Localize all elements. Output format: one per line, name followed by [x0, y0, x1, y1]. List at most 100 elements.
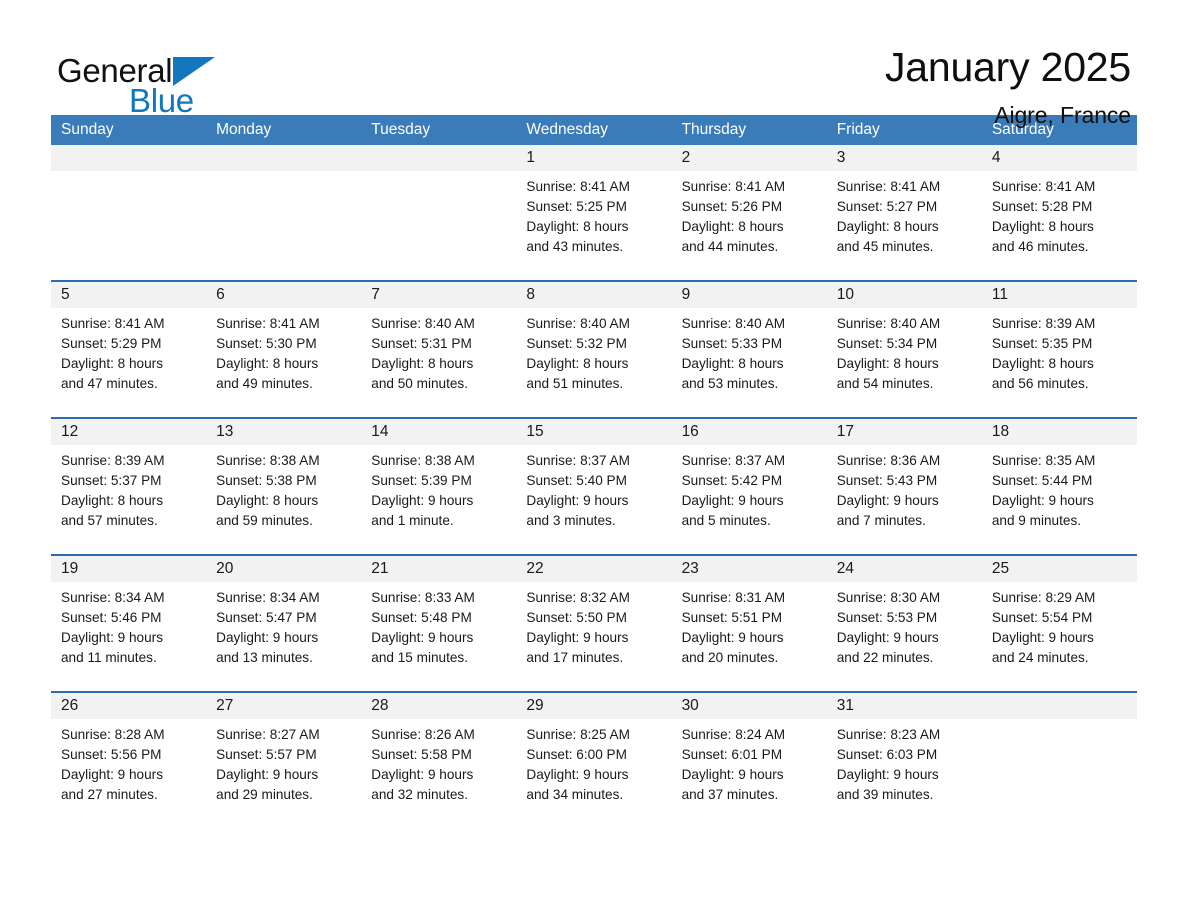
day-cell-13[interactable]: 13 Sunrise: 8:38 AM Sunset: 5:38 PM Dayligh… — [206, 419, 362, 550]
day-cell-20[interactable]: 20 Sunrise: 8:34 AM Sunset: 5:47 PM Dayligh… — [206, 556, 362, 687]
day-cell-11[interactable]: 11 Sunrise: 8:39 AM Sunset: 5:35 PM Dayligh… — [981, 282, 1137, 413]
day-number-band: 1 — [516, 145, 672, 171]
daylight-line-1: Daylight: 9 hours — [526, 630, 629, 645]
daylight-line-1: Daylight: 8 hours — [681, 356, 784, 371]
sunrise-line: Sunrise: 8:32 AM — [526, 590, 630, 605]
daylight-line-2: and 15 minutes. — [371, 650, 469, 665]
daylight-line-1: Daylight: 9 hours — [371, 493, 474, 508]
day-number: 5 — [61, 286, 70, 303]
daylight-line-1: Daylight: 9 hours — [216, 767, 319, 782]
day-cell-17[interactable]: 17 Sunrise: 8:36 AM Sunset: 5:43 PM Dayligh… — [826, 419, 982, 550]
day-number-band: 15 — [516, 419, 672, 445]
day-cell-2[interactable]: 2 Sunrise: 8:41 AM Sunset: 5:26 PM Daylight… — [671, 145, 827, 276]
day-number-band: 23 — [671, 556, 827, 582]
daylight-line-2: and 59 minutes. — [216, 513, 313, 528]
day-cell-15[interactable]: 15 Sunrise: 8:37 AM Sunset: 5:40 PM Dayligh… — [516, 419, 672, 550]
day-number: 26 — [61, 697, 79, 714]
day-number: 20 — [216, 560, 234, 577]
daylight-line-2: and 5 minutes. — [681, 513, 771, 528]
day-details: Sunrise: 8:41 AM Sunset: 5:27 PM Daylight:… — [827, 171, 982, 257]
page-subtitle-location: Aigre, France — [994, 102, 1131, 129]
daylight-line-1: Daylight: 8 hours — [216, 356, 319, 371]
sunrise-line: Sunrise: 8:40 AM — [371, 316, 475, 331]
day-cell-30[interactable]: 30 Sunrise: 8:24 AM Sunset: 6:01 PM Dayligh… — [671, 693, 827, 824]
calendar-week-row: 12 Sunrise: 8:39 AM Sunset: 5:37 PM Dayligh… — [51, 417, 1137, 550]
sunset-line: Sunset: 5:35 PM — [991, 336, 1093, 351]
sunrise-line: Sunrise: 8:29 AM — [991, 590, 1096, 605]
day-cell-1[interactable]: 1 Sunrise: 8:41 AM Sunset: 5:25 PM Daylight… — [516, 145, 672, 276]
day-number: 25 — [991, 560, 1010, 577]
day-cell-9[interactable]: 9 Sunrise: 8:40 AM Sunset: 5:33 PM Daylight… — [671, 282, 827, 413]
day-cell-24[interactable]: 24 Sunrise: 8:30 AM Sunset: 5:53 PM Dayligh… — [826, 556, 982, 687]
sunrise-line: Sunrise: 8:38 AM — [216, 453, 320, 468]
day-number: 30 — [681, 697, 699, 714]
day-cell-4[interactable]: 4 Sunrise: 8:41 AM Sunset: 5:28 PM Daylight… — [981, 145, 1137, 276]
day-number-band: 30 — [671, 693, 827, 719]
sunset-line: Sunset: 5:29 PM — [61, 336, 162, 351]
sunrise-line: Sunrise: 8:41 AM — [836, 179, 941, 194]
day-cell-23[interactable]: 23 Sunrise: 8:31 AM Sunset: 5:51 PM Dayligh… — [671, 556, 827, 687]
day-cell-29[interactable]: 29 Sunrise: 8:25 AM Sunset: 6:00 PM Dayligh… — [516, 693, 672, 824]
week-cells: 19 Sunrise: 8:34 AM Sunset: 5:46 PM Dayligh… — [51, 556, 1137, 687]
day-details: Sunrise: 8:37 AM Sunset: 5:42 PM Daylight:… — [672, 445, 827, 531]
day-cell-21[interactable]: 21 Sunrise: 8:33 AM Sunset: 5:48 PM Dayligh… — [361, 556, 517, 687]
day-cell-27[interactable]: 27 Sunrise: 8:27 AM Sunset: 5:57 PM Dayligh… — [206, 693, 362, 824]
day-number: 11 — [991, 286, 1008, 303]
day-number: 21 — [371, 560, 389, 577]
day-cell-6[interactable]: 6 Sunrise: 8:41 AM Sunset: 5:30 PM Daylight… — [206, 282, 362, 413]
day-number: 19 — [61, 560, 79, 577]
title-block: January 2025 Aigre, France — [885, 42, 1131, 129]
day-number: 10 — [836, 286, 854, 303]
day-cell-10[interactable]: 10 Sunrise: 8:40 AM Sunset: 5:34 PM Dayligh… — [826, 282, 982, 413]
day-cell-12[interactable]: 12 Sunrise: 8:39 AM Sunset: 5:37 PM Dayligh… — [51, 419, 207, 550]
day-cell-7[interactable]: 7 Sunrise: 8:40 AM Sunset: 5:31 PM Daylight… — [361, 282, 517, 413]
day-details: Sunrise: 8:27 AM Sunset: 5:57 PM Daylight:… — [206, 719, 361, 805]
sunrise-line: Sunrise: 8:28 AM — [61, 727, 165, 742]
day-number: 3 — [836, 149, 846, 166]
sunset-line: Sunset: 5:34 PM — [836, 336, 938, 351]
day-number-band: 4 — [981, 145, 1137, 171]
sunrise-line: Sunrise: 8:27 AM — [216, 727, 320, 742]
day-number: 15 — [526, 423, 544, 440]
day-cell-empty — [361, 145, 517, 276]
daylight-line-1: Daylight: 8 hours — [681, 219, 784, 234]
day-number-band: 19 — [51, 556, 207, 582]
day-details — [982, 719, 1137, 725]
day-cell-16[interactable]: 16 Sunrise: 8:37 AM Sunset: 5:42 PM Dayligh… — [671, 419, 827, 550]
day-cell-19[interactable]: 19 Sunrise: 8:34 AM Sunset: 5:46 PM Dayligh… — [51, 556, 207, 687]
sunrise-line: Sunrise: 8:38 AM — [371, 453, 475, 468]
sunrise-line: Sunrise: 8:39 AM — [61, 453, 165, 468]
day-cell-5[interactable]: 5 Sunrise: 8:41 AM Sunset: 5:29 PM Daylight… — [51, 282, 207, 413]
day-cell-3[interactable]: 3 Sunrise: 8:41 AM Sunset: 5:27 PM Daylight… — [826, 145, 982, 276]
day-cell-25[interactable]: 25 Sunrise: 8:29 AM Sunset: 5:54 PM Dayligh… — [981, 556, 1137, 687]
daylight-line-1: Daylight: 9 hours — [371, 630, 474, 645]
day-cell-26[interactable]: 26 Sunrise: 8:28 AM Sunset: 5:56 PM Dayligh… — [51, 693, 207, 824]
day-cell-8[interactable]: 8 Sunrise: 8:40 AM Sunset: 5:32 PM Daylight… — [516, 282, 672, 413]
sunrise-line: Sunrise: 8:41 AM — [216, 316, 320, 331]
day-cell-28[interactable]: 28 Sunrise: 8:26 AM Sunset: 5:58 PM Dayligh… — [361, 693, 517, 824]
day-details: Sunrise: 8:35 AM Sunset: 5:44 PM Daylight:… — [982, 445, 1137, 531]
daylight-line-2: and 45 minutes. — [836, 239, 934, 254]
day-number-band — [361, 145, 517, 171]
day-cell-empty — [51, 145, 207, 276]
day-number: 8 — [526, 286, 536, 303]
day-cell-22[interactable]: 22 Sunrise: 8:32 AM Sunset: 5:50 PM Dayligh… — [516, 556, 672, 687]
day-details: Sunrise: 8:41 AM Sunset: 5:29 PM Daylight:… — [51, 308, 206, 394]
day-number-band: 11 — [981, 282, 1137, 308]
sunset-line: Sunset: 5:38 PM — [216, 473, 317, 488]
sunrise-line: Sunrise: 8:31 AM — [681, 590, 786, 605]
sunset-line: Sunset: 5:40 PM — [526, 473, 627, 488]
day-details: Sunrise: 8:29 AM Sunset: 5:54 PM Daylight:… — [982, 582, 1137, 668]
general-blue-logo[interactable]: General Blue — [57, 42, 247, 117]
page-title: January 2025 — [884, 44, 1131, 90]
sunset-line: Sunset: 6:00 PM — [526, 747, 627, 762]
day-cell-31[interactable]: 31 Sunrise: 8:23 AM Sunset: 6:03 PM Dayligh… — [826, 693, 982, 824]
daylight-line-2: and 54 minutes. — [836, 376, 934, 391]
day-cell-14[interactable]: 14 Sunrise: 8:38 AM Sunset: 5:39 PM Dayligh… — [361, 419, 517, 550]
day-details: Sunrise: 8:41 AM Sunset: 5:26 PM Daylight:… — [672, 171, 827, 257]
calendar-page: General Blue January 2025 Aigre, France … — [0, 0, 1188, 918]
day-cell-18[interactable]: 18 Sunrise: 8:35 AM Sunset: 5:44 PM Dayligh… — [981, 419, 1137, 550]
day-number: 22 — [526, 560, 544, 577]
day-details: Sunrise: 8:41 AM Sunset: 5:25 PM Daylight:… — [516, 171, 671, 257]
daylight-line-2: and 56 minutes. — [991, 376, 1089, 391]
